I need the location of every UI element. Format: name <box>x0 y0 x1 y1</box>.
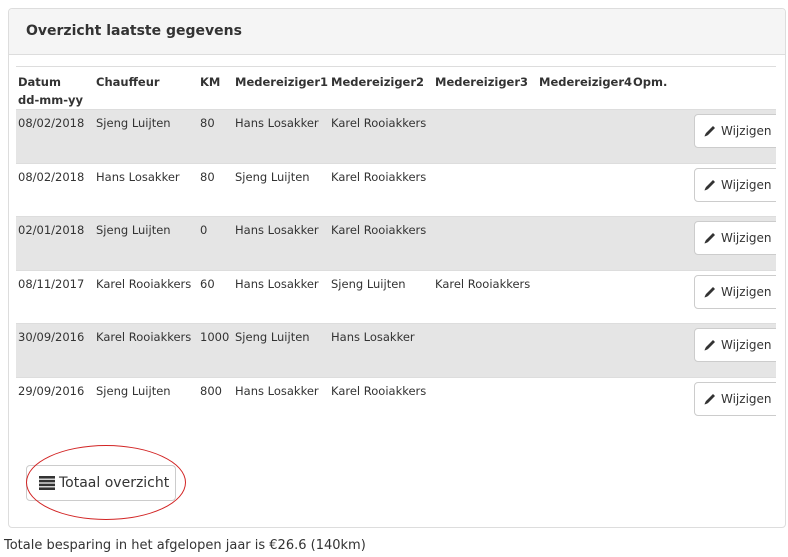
edit-button-label: Wijzigen <box>721 338 772 352</box>
cell-m3 <box>433 109 537 163</box>
cell-m1: Hans Losakker <box>233 376 329 431</box>
cell-opm <box>631 109 694 163</box>
total-overview-button[interactable]: Totaal overzicht <box>26 465 176 501</box>
cell-m3: Karel Rooiakkers <box>433 269 537 324</box>
cell-m4 <box>537 323 631 377</box>
cell-opm <box>631 323 694 377</box>
cell-chauffeur: Sjeng Luijten <box>94 376 198 431</box>
cell-m1: Sjeng Luijten <box>233 162 329 217</box>
cell-m1: Hans Losakker <box>233 216 329 270</box>
total-overview-label: Totaal overzicht <box>59 475 170 491</box>
pencil-icon <box>704 179 715 190</box>
cell-m3 <box>433 323 537 377</box>
cell-km: 800 <box>198 376 233 431</box>
edit-button-label: Wijzigen <box>721 124 772 138</box>
cell-km: 1000 <box>198 323 233 377</box>
header-medereiziger2: Medereiziger2 <box>329 66 433 110</box>
cell-m3 <box>433 216 537 270</box>
edit-button-label: Wijzigen <box>721 177 772 192</box>
cell-actions: Wijzigen <box>694 109 776 163</box>
edit-button-label: Wijzigen <box>721 284 772 299</box>
pencil-icon <box>704 286 715 297</box>
cell-chauffeur: Hans Losakker <box>94 162 198 217</box>
cell-datum: 08/02/2018 <box>16 162 94 217</box>
cell-datum: 30/09/2016 <box>16 323 94 377</box>
cell-m1: Sjeng Luijten <box>233 323 329 377</box>
cell-chauffeur: Karel Rooiakkers <box>94 269 198 324</box>
cell-opm <box>631 269 694 324</box>
cell-opm <box>631 162 694 217</box>
table-row: 30/09/2016 Karel Rooiakkers 1000 Sjeng Luij… <box>16 323 776 377</box>
cell-actions: Wijzigen <box>694 323 776 377</box>
cell-m1: Hans Losakker <box>233 269 329 324</box>
cell-m4 <box>537 216 631 270</box>
edit-button-label: Wijzigen <box>721 231 772 245</box>
savings-summary: Totale besparing in het afgelopen jaar i… <box>4 538 366 553</box>
cell-m1: Hans Losakker <box>233 109 329 163</box>
cell-chauffeur: Sjeng Luijten <box>94 216 198 270</box>
cell-km: 60 <box>198 269 233 324</box>
edit-button[interactable]: Wijzigen <box>694 114 776 148</box>
table-header-row: Datum dd-mm-yy Chauffeur KM Medereiziger1… <box>16 66 776 110</box>
pencil-icon <box>704 340 715 351</box>
cell-km: 80 <box>198 162 233 217</box>
trips-table: Datum dd-mm-yy Chauffeur KM Medereiziger1… <box>16 66 776 431</box>
table-row: 08/02/2018 Hans Losakker 80 Sjeng Luijten Ka… <box>16 162 776 217</box>
edit-button[interactable]: Wijzigen <box>694 221 776 255</box>
cell-actions: Wijzigen <box>694 216 776 270</box>
cell-m2: Karel Rooiakkers <box>329 376 433 431</box>
table-row: 02/01/2018 Sjeng Luijten 0 Hans Losakker Kar… <box>16 216 776 270</box>
table-row: 08/02/2018 Sjeng Luijten 80 Hans Losakker Ka… <box>16 109 776 163</box>
cell-m2: Sjeng Luijten <box>329 269 433 324</box>
cell-m4 <box>537 269 631 324</box>
header-km: KM <box>198 66 233 110</box>
cell-datum: 02/01/2018 <box>16 216 94 270</box>
cell-m2: Karel Rooiakkers <box>329 109 433 163</box>
cell-chauffeur: Karel Rooiakkers <box>94 323 198 377</box>
panel-title: Overzicht laatste gegevens <box>26 23 242 39</box>
cell-m2: Karel Rooiakkers <box>329 162 433 217</box>
cell-m3 <box>433 376 537 431</box>
edit-button[interactable]: Wijzigen <box>694 167 776 202</box>
cell-m3 <box>433 162 537 217</box>
pencil-icon <box>704 393 715 404</box>
cell-datum: 29/09/2016 <box>16 376 94 431</box>
table-row: 29/09/2016 Sjeng Luijten 800 Hans Losakker K… <box>16 376 776 431</box>
cell-datum: 08/02/2018 <box>16 109 94 163</box>
pencil-icon <box>704 126 715 137</box>
cell-opm <box>631 376 694 431</box>
cell-actions: Wijzigen <box>694 376 776 431</box>
cell-m4 <box>537 376 631 431</box>
cell-actions: Wijzigen <box>694 162 776 217</box>
cell-m4 <box>537 109 631 163</box>
cell-km: 0 <box>198 216 233 270</box>
edit-button-label: Wijzigen <box>721 391 772 406</box>
header-datum: Datum dd-mm-yy <box>16 66 94 110</box>
cell-opm <box>631 216 694 270</box>
edit-button[interactable]: Wijzigen <box>694 328 776 362</box>
cell-m4 <box>537 162 631 217</box>
header-chauffeur: Chauffeur <box>94 66 198 110</box>
table-row: 08/11/2017 Karel Rooiakkers 60 Hans Losakke… <box>16 269 776 324</box>
cell-chauffeur: Sjeng Luijten <box>94 109 198 163</box>
cell-km: 80 <box>198 109 233 163</box>
header-actions <box>694 66 776 110</box>
edit-button[interactable]: Wijzigen <box>694 381 776 416</box>
cell-m2: Karel Rooiakkers <box>329 216 433 270</box>
header-opm: Opm. <box>631 66 694 110</box>
edit-button[interactable]: Wijzigen <box>694 274 776 309</box>
header-medereiziger4: Medereiziger4 <box>537 66 632 110</box>
cell-datum: 08/11/2017 <box>16 269 94 324</box>
menu-icon <box>39 476 55 490</box>
header-medereiziger3: Medereiziger3 <box>433 66 537 110</box>
cell-actions: Wijzigen <box>694 269 776 324</box>
header-medereiziger1: Medereiziger1 <box>233 66 329 110</box>
pencil-icon <box>704 233 715 244</box>
cell-m2: Hans Losakker <box>329 323 433 377</box>
